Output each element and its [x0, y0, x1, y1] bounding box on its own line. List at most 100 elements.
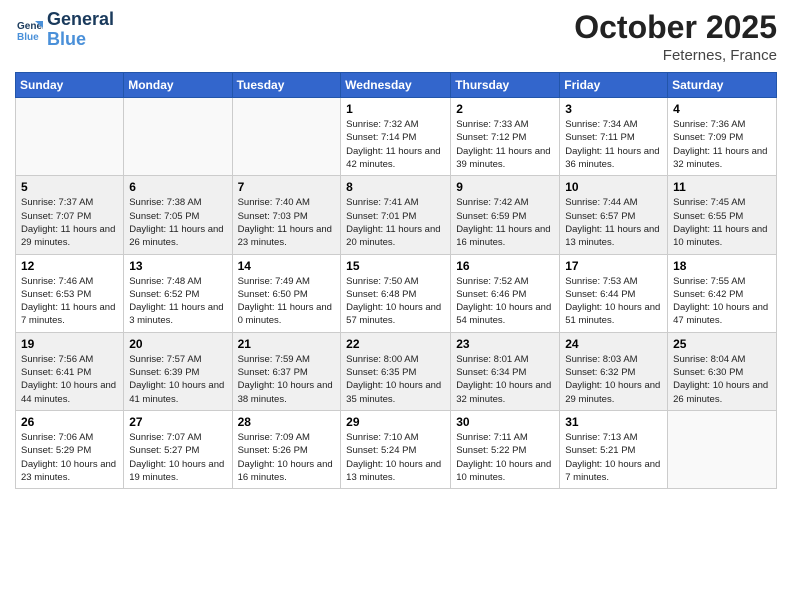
- day-info: Sunrise: 7:50 AM Sunset: 6:48 PM Dayligh…: [346, 275, 445, 328]
- day-info: Sunrise: 8:00 AM Sunset: 6:35 PM Dayligh…: [346, 353, 445, 406]
- table-row: 28 Sunrise: 7:09 AM Sunset: 5:26 PM Dayli…: [232, 410, 341, 488]
- day-number: 11: [673, 180, 771, 194]
- table-row: 15 Sunrise: 7:50 AM Sunset: 6:48 PM Dayli…: [341, 254, 451, 332]
- col-sunday: Sunday: [16, 73, 124, 98]
- day-number: 26: [21, 415, 118, 429]
- table-row: 2Sunrise: 7:33 AM Sunset: 7:12 PM Daylig…: [451, 98, 560, 176]
- day-info: Sunrise: 7:40 AM Sunset: 7:03 PM Dayligh…: [238, 196, 336, 249]
- table-row: 30 Sunrise: 7:11 AM Sunset: 5:22 PM Dayli…: [451, 410, 560, 488]
- day-info: Sunrise: 7:33 AM Sunset: 7:12 PM Dayligh…: [456, 118, 554, 171]
- calendar-week-row: 12 Sunrise: 7:46 AM Sunset: 6:53 PM Dayli…: [16, 254, 777, 332]
- table-row: 20Sunrise: 7:57 AM Sunset: 6:39 PM Dayli…: [124, 332, 232, 410]
- day-info: Sunrise: 7:41 AM Sunset: 7:01 PM Dayligh…: [346, 196, 445, 249]
- day-number: 8: [346, 180, 445, 194]
- table-row: 4 Sunrise: 7:36 AM Sunset: 7:09 PM Daylig…: [668, 98, 777, 176]
- day-number: 3: [565, 102, 662, 116]
- day-number: 23: [456, 337, 554, 351]
- day-info: Sunrise: 7:37 AM Sunset: 7:07 PM Dayligh…: [21, 196, 118, 249]
- table-row: 21Sunrise: 7:59 AM Sunset: 6:37 PM Dayli…: [232, 332, 341, 410]
- day-info: Sunrise: 7:11 AM Sunset: 5:22 PM Dayligh…: [456, 431, 554, 484]
- day-number: 24: [565, 337, 662, 351]
- day-number: 13: [129, 259, 226, 273]
- calendar-week-row: 1 Sunrise: 7:32 AM Sunset: 7:14 PM Daylig…: [16, 98, 777, 176]
- table-row: 8 Sunrise: 7:41 AM Sunset: 7:01 PM Daylig…: [341, 176, 451, 254]
- day-info: Sunrise: 8:01 AM Sunset: 6:34 PM Dayligh…: [456, 353, 554, 406]
- day-number: 19: [21, 337, 118, 351]
- day-number: 4: [673, 102, 771, 116]
- table-row: 6Sunrise: 7:38 AM Sunset: 7:05 PM Daylig…: [124, 176, 232, 254]
- day-number: 12: [21, 259, 118, 273]
- day-info: Sunrise: 7:34 AM Sunset: 7:11 PM Dayligh…: [565, 118, 662, 171]
- col-friday: Friday: [560, 73, 668, 98]
- day-info: Sunrise: 7:46 AM Sunset: 6:53 PM Dayligh…: [21, 275, 118, 328]
- table-row: 17 Sunrise: 7:53 AM Sunset: 6:44 PM Dayli…: [560, 254, 668, 332]
- day-info: Sunrise: 7:32 AM Sunset: 7:14 PM Dayligh…: [346, 118, 445, 171]
- day-number: 29: [346, 415, 445, 429]
- table-row: [232, 98, 341, 176]
- calendar-week-row: 26 Sunrise: 7:06 AM Sunset: 5:29 PM Dayli…: [16, 410, 777, 488]
- table-row: 11 Sunrise: 7:45 AM Sunset: 6:55 PM Dayli…: [668, 176, 777, 254]
- location-title: Feternes, France: [574, 47, 777, 64]
- table-row: 24 Sunrise: 8:03 AM Sunset: 6:32 PM Dayli…: [560, 332, 668, 410]
- title-block: October 2025 Feternes, France: [574, 10, 777, 64]
- day-number: 7: [238, 180, 336, 194]
- table-row: 29 Sunrise: 7:10 AM Sunset: 5:24 PM Dayli…: [341, 410, 451, 488]
- table-row: [16, 98, 124, 176]
- day-number: 25: [673, 337, 771, 351]
- col-thursday: Thursday: [451, 73, 560, 98]
- day-number: 27: [129, 415, 226, 429]
- table-row: 16 Sunrise: 7:52 AM Sunset: 6:46 PM Dayli…: [451, 254, 560, 332]
- calendar-header-row: Sunday Monday Tuesday Wednesday Thursday…: [16, 73, 777, 98]
- month-title: October 2025: [574, 10, 777, 45]
- col-monday: Monday: [124, 73, 232, 98]
- day-info: Sunrise: 8:03 AM Sunset: 6:32 PM Dayligh…: [565, 353, 662, 406]
- day-number: 30: [456, 415, 554, 429]
- table-row: 23 Sunrise: 8:01 AM Sunset: 6:34 PM Dayli…: [451, 332, 560, 410]
- day-number: 14: [238, 259, 336, 273]
- day-number: 18: [673, 259, 771, 273]
- day-info: Sunrise: 7:13 AM Sunset: 5:21 PM Dayligh…: [565, 431, 662, 484]
- day-number: 9: [456, 180, 554, 194]
- day-info: Sunrise: 7:07 AM Sunset: 5:27 PM Dayligh…: [129, 431, 226, 484]
- day-info: Sunrise: 7:55 AM Sunset: 6:42 PM Dayligh…: [673, 275, 771, 328]
- day-number: 10: [565, 180, 662, 194]
- col-tuesday: Tuesday: [232, 73, 341, 98]
- day-info: Sunrise: 7:44 AM Sunset: 6:57 PM Dayligh…: [565, 196, 662, 249]
- svg-text:Blue: Blue: [17, 32, 39, 43]
- day-info: Sunrise: 7:09 AM Sunset: 5:26 PM Dayligh…: [238, 431, 336, 484]
- table-row: 31Sunrise: 7:13 AM Sunset: 5:21 PM Dayli…: [560, 410, 668, 488]
- day-number: 20: [129, 337, 226, 351]
- day-info: Sunrise: 7:49 AM Sunset: 6:50 PM Dayligh…: [238, 275, 336, 328]
- table-row: 14 Sunrise: 7:49 AM Sunset: 6:50 PM Dayli…: [232, 254, 341, 332]
- logo-text: General Blue: [47, 10, 114, 50]
- table-row: [668, 410, 777, 488]
- col-saturday: Saturday: [668, 73, 777, 98]
- day-number: 1: [346, 102, 445, 116]
- day-info: Sunrise: 7:06 AM Sunset: 5:29 PM Dayligh…: [21, 431, 118, 484]
- day-info: Sunrise: 7:42 AM Sunset: 6:59 PM Dayligh…: [456, 196, 554, 249]
- day-info: Sunrise: 7:45 AM Sunset: 6:55 PM Dayligh…: [673, 196, 771, 249]
- day-info: Sunrise: 7:10 AM Sunset: 5:24 PM Dayligh…: [346, 431, 445, 484]
- day-info: Sunrise: 7:53 AM Sunset: 6:44 PM Dayligh…: [565, 275, 662, 328]
- day-number: 15: [346, 259, 445, 273]
- table-row: 18 Sunrise: 7:55 AM Sunset: 6:42 PM Dayli…: [668, 254, 777, 332]
- day-number: 5: [21, 180, 118, 194]
- day-info: Sunrise: 8:04 AM Sunset: 6:30 PM Dayligh…: [673, 353, 771, 406]
- header: General Blue General Blue October 2025 F…: [15, 10, 777, 64]
- day-number: 17: [565, 259, 662, 273]
- table-row: 10 Sunrise: 7:44 AM Sunset: 6:57 PM Dayli…: [560, 176, 668, 254]
- calendar-table: Sunday Monday Tuesday Wednesday Thursday…: [15, 72, 777, 489]
- day-number: 22: [346, 337, 445, 351]
- day-info: Sunrise: 7:52 AM Sunset: 6:46 PM Dayligh…: [456, 275, 554, 328]
- page: General Blue General Blue October 2025 F…: [0, 0, 792, 612]
- logo-icon: General Blue: [15, 16, 43, 44]
- table-row: 22 Sunrise: 8:00 AM Sunset: 6:35 PM Dayli…: [341, 332, 451, 410]
- day-number: 28: [238, 415, 336, 429]
- day-info: Sunrise: 7:48 AM Sunset: 6:52 PM Dayligh…: [129, 275, 226, 328]
- table-row: 27 Sunrise: 7:07 AM Sunset: 5:27 PM Dayli…: [124, 410, 232, 488]
- table-row: 1 Sunrise: 7:32 AM Sunset: 7:14 PM Daylig…: [341, 98, 451, 176]
- table-row: 9 Sunrise: 7:42 AM Sunset: 6:59 PM Daylig…: [451, 176, 560, 254]
- day-info: Sunrise: 7:36 AM Sunset: 7:09 PM Dayligh…: [673, 118, 771, 171]
- day-number: 16: [456, 259, 554, 273]
- table-row: 5 Sunrise: 7:37 AM Sunset: 7:07 PM Daylig…: [16, 176, 124, 254]
